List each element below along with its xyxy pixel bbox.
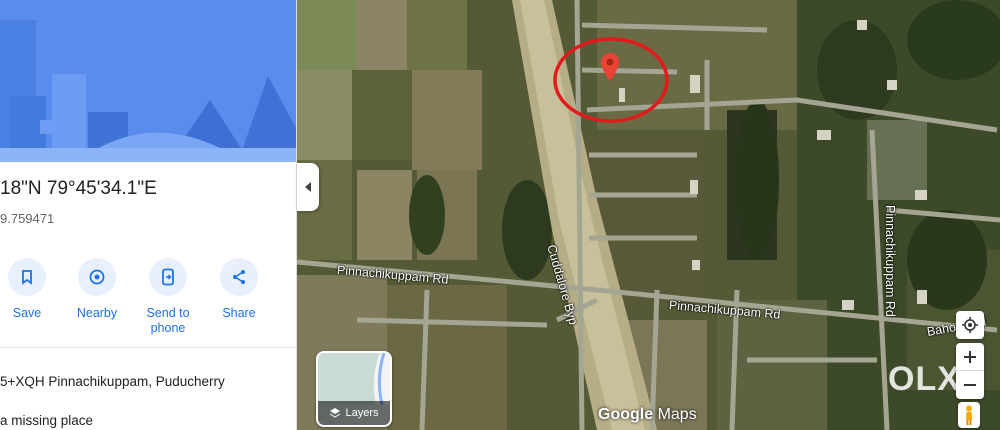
layers-label-bar: Layers xyxy=(318,401,390,425)
save-button[interactable]: Save xyxy=(0,258,58,321)
layers-label: Layers xyxy=(345,407,379,419)
zoom-in-button[interactable] xyxy=(956,344,984,371)
street-view-pegman-button[interactable] xyxy=(958,402,980,428)
collapse-panel-button[interactable] xyxy=(297,163,319,211)
my-location-icon xyxy=(962,317,978,333)
save-label: Save xyxy=(12,306,42,320)
action-bar: Save Nearby Send to phone Share xyxy=(0,258,296,338)
zoom-out-button[interactable] xyxy=(956,371,984,399)
plus-icon xyxy=(964,350,976,363)
pegman-icon xyxy=(966,405,972,425)
add-missing-place-link[interactable]: a missing place xyxy=(0,413,93,428)
layers-icon xyxy=(330,408,341,418)
send-to-phone-button[interactable]: Send to phone xyxy=(137,258,199,336)
send-to-phone-icon xyxy=(149,258,187,296)
send-to-phone-label: Send to phone xyxy=(146,306,190,335)
olx-watermark: OLX xyxy=(888,360,961,398)
my-location-button[interactable] xyxy=(956,311,984,339)
share-button[interactable]: Share xyxy=(208,258,270,321)
share-icon xyxy=(220,258,258,296)
location-pin-icon[interactable] xyxy=(600,52,620,82)
nearby-button[interactable]: Nearby xyxy=(66,258,128,321)
place-hero-image xyxy=(0,0,296,162)
minus-icon xyxy=(964,383,976,386)
decimal-coordinates: 9.759471 xyxy=(0,211,55,226)
chevron-left-icon xyxy=(305,182,311,192)
nearby-icon xyxy=(78,258,116,296)
layers-thumbnail xyxy=(318,353,390,405)
nearby-label: Nearby xyxy=(76,306,118,320)
place-panel: 18"N 79°45'34.1"E 9.759471 Save Nearby S… xyxy=(0,0,297,430)
city-illustration xyxy=(0,0,296,162)
layers-button[interactable]: Layers xyxy=(316,351,392,427)
google-maps-logo: Google Maps xyxy=(598,406,697,423)
plus-code[interactable]: 5+XQH Pinnachikuppam, Puducherry xyxy=(0,374,225,389)
share-label: Share xyxy=(222,306,256,320)
road-label-pinnachikuppam-vertical: Pinnachikuppam Rd xyxy=(883,205,897,317)
coordinates-title: 18"N 79°45'34.1"E xyxy=(0,178,157,199)
zoom-controls xyxy=(956,343,984,399)
bookmark-icon xyxy=(8,258,46,296)
divider xyxy=(0,347,296,348)
